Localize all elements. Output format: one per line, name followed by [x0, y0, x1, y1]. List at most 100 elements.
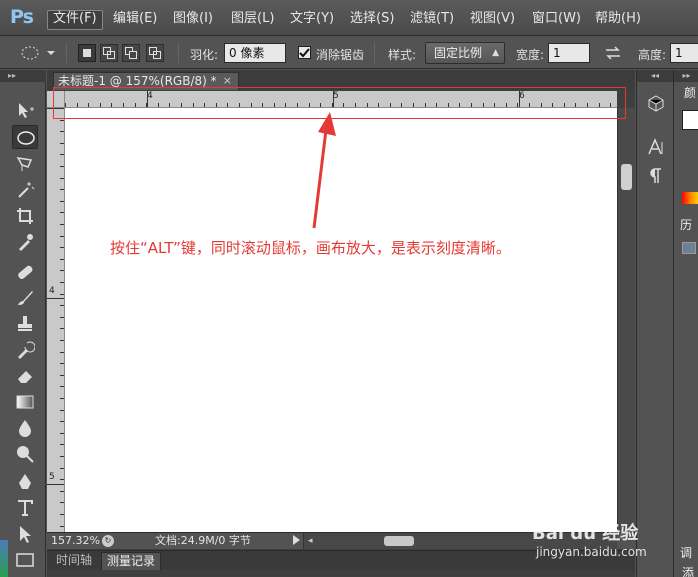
antialias-label: 消除锯齿: [316, 48, 365, 62]
collapsed-panels-strip: ◂◂: [636, 70, 673, 577]
ruler-tick: [60, 247, 64, 248]
stamp-icon: [18, 316, 32, 331]
color-spectrum[interactable]: [682, 192, 698, 204]
type-tool[interactable]: [12, 496, 38, 520]
tab-measurement-log[interactable]: 测量记录: [101, 552, 162, 570]
menu-bar: Ps 文件(F) 编辑(E) 图像(I) 图层(L) 文字(Y) 选择(S) 滤…: [0, 0, 698, 36]
path-selection-icon: [20, 526, 31, 543]
ruler-tick: [60, 514, 64, 515]
subtract-selection-button[interactable]: [122, 44, 140, 62]
ruler-tick: [60, 236, 64, 237]
color-panel-tab[interactable]: 颜: [684, 84, 696, 101]
history-panel-tab[interactable]: 历: [680, 216, 692, 233]
elliptical-marquee-icon: [17, 131, 35, 145]
type-icon: [18, 500, 33, 516]
move-icon: [19, 103, 34, 118]
rectangle-icon: [16, 553, 34, 567]
vertical-scroll-thumb[interactable]: [621, 164, 632, 190]
ruler-tick: [60, 456, 64, 457]
watermark-brand: Bai du 经验: [532, 523, 639, 544]
ruler-tick: [60, 178, 64, 179]
ruler-tick: [60, 189, 64, 190]
menu-select[interactable]: 选择(S): [345, 10, 399, 30]
history-snapshot-thumb[interactable]: [682, 242, 696, 254]
ruler-tick: [60, 398, 64, 399]
menu-layer[interactable]: 图层(L): [226, 10, 279, 30]
ruler-tick: [60, 468, 64, 469]
gradient-icon: [16, 395, 34, 409]
dodge-icon: [17, 446, 34, 463]
ruler-tick: [60, 375, 64, 376]
pen-tool[interactable]: [12, 470, 38, 494]
add-selection-button[interactable]: [100, 44, 118, 62]
path-selection-tool[interactable]: [12, 522, 38, 546]
ruler-tick: [60, 294, 64, 295]
height-input[interactable]: 1: [670, 43, 698, 63]
swap-arrows-icon[interactable]: [604, 45, 622, 61]
vertical-ruler[interactable]: 3 4 5: [47, 108, 65, 533]
eraser-icon: [18, 371, 32, 383]
clone-stamp-tool[interactable]: [12, 312, 38, 336]
blur-tool[interactable]: [12, 416, 38, 440]
menu-file[interactable]: 文件(F): [47, 10, 103, 30]
menu-image[interactable]: 图像(I): [168, 10, 218, 30]
status-menu-arrow-icon[interactable]: [293, 535, 300, 545]
vruler-label-4: 4: [49, 286, 55, 296]
eraser-tool[interactable]: [12, 364, 38, 388]
menu-help[interactable]: 帮助(H): [590, 10, 646, 30]
dodge-tool[interactable]: [12, 442, 38, 466]
baidu-watermark: Bai du 经验 jingyan.baidu.com: [532, 519, 647, 559]
status-share-icon[interactable]: ↻: [102, 535, 114, 547]
horizontal-scroll-thumb[interactable]: [384, 536, 414, 546]
zoom-level[interactable]: 157.32%: [51, 533, 100, 549]
antialias-checkbox[interactable]: [298, 46, 311, 59]
document-info: 文档:24.9M/0 字节: [155, 534, 251, 547]
checkmark-icon: [299, 48, 310, 58]
character-panel-icon[interactable]: [647, 138, 665, 156]
ruler-tick: [60, 352, 64, 353]
brush-tool[interactable]: [12, 286, 38, 310]
magic-wand-tool[interactable]: [12, 178, 38, 202]
history-brush-tool[interactable]: [12, 338, 38, 362]
ruler-major-tick: [47, 484, 64, 485]
style-select[interactable]: 固定比例 ▲: [425, 42, 505, 64]
ruler-tick: [60, 317, 64, 318]
ruler-tick: [60, 305, 64, 306]
ruler-tick: [60, 212, 64, 213]
vruler-label-5: 5: [49, 472, 55, 482]
panel-collapse-icon[interactable]: ▸▸: [0, 70, 46, 82]
foreground-color-swatch[interactable]: [682, 110, 698, 130]
menu-view[interactable]: 视图(V): [465, 10, 520, 30]
menu-window[interactable]: 窗口(W): [527, 10, 586, 30]
panel-collapse-icon[interactable]: ◂◂: [637, 70, 673, 82]
elliptical-marquee-preset-icon[interactable]: [20, 45, 60, 61]
eyedropper-tool[interactable]: [12, 230, 38, 254]
photoshop-logo: Ps: [10, 6, 34, 28]
rectangle-tool[interactable]: [12, 548, 38, 572]
crop-tool[interactable]: [12, 204, 38, 228]
right-panels: ▸▸ 颜 历 调 添: [673, 70, 698, 577]
eyedropper-icon: [19, 234, 33, 251]
healing-brush-tool[interactable]: [12, 260, 38, 284]
width-input[interactable]: 1: [548, 43, 590, 63]
ruler-tick: [60, 433, 64, 434]
gradient-tool[interactable]: [12, 390, 38, 414]
vertical-scrollbar[interactable]: [617, 108, 635, 532]
tab-timeline[interactable]: 时间轴: [51, 552, 97, 570]
menu-filter[interactable]: 滤镜(T): [405, 10, 459, 30]
new-selection-button[interactable]: [78, 44, 96, 62]
scroll-left-icon[interactable]: ◂: [308, 533, 313, 549]
adjustments-panel-tab[interactable]: 调: [680, 544, 692, 561]
move-tool[interactable]: [12, 98, 38, 122]
menu-type[interactable]: 文字(Y): [285, 10, 339, 30]
feather-input[interactable]: 0 像素: [224, 43, 286, 63]
options-bar: 羽化: 0 像素 消除锯齿 样式: 固定比例 ▲ 宽度: 1 高度: 1: [0, 37, 698, 69]
width-label: 宽度:: [516, 48, 545, 62]
lasso-tool[interactable]: [12, 152, 38, 176]
paragraph-icon[interactable]: [647, 166, 665, 184]
3d-cube-icon[interactable]: [647, 94, 665, 112]
panel-expand-icon[interactable]: ▸▸: [674, 70, 698, 82]
intersect-selection-button[interactable]: [146, 44, 164, 62]
menu-edit[interactable]: 编辑(E): [108, 10, 162, 30]
elliptical-marquee-tool[interactable]: [12, 125, 38, 149]
